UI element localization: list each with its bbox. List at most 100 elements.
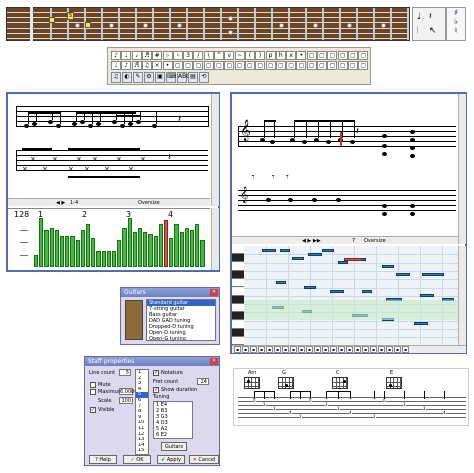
toolbar-button[interactable]: • xyxy=(296,51,307,60)
visible-checkbox[interactable]: ✓ xyxy=(90,407,96,413)
toolbar-button[interactable]: 𝅗𝅥 xyxy=(131,51,142,60)
toolbar-button[interactable]: ♪ xyxy=(121,61,132,70)
natural-icon[interactable]: ♮ xyxy=(447,26,465,35)
velocity-bar[interactable] xyxy=(138,228,143,267)
scale-field[interactable]: 100 xyxy=(119,397,133,404)
toolbar-button[interactable]: × xyxy=(152,61,163,70)
velocity-bar[interactable] xyxy=(65,236,70,267)
piano-roll-tool-button[interactable]: ▪ xyxy=(322,346,329,353)
staff-area[interactable]: 𝄽 × × × × × × × × × × × × 𝄽 xyxy=(8,94,210,206)
rest-icon[interactable]: 𝄽 xyxy=(429,12,432,22)
velocity-bar[interactable] xyxy=(70,236,75,267)
vertical-scrollbar-2[interactable] xyxy=(458,94,466,244)
tuning-item[interactable]: 6 E2 xyxy=(154,432,192,438)
velocity-bar[interactable] xyxy=(200,240,205,267)
velocity-bar[interactable] xyxy=(44,230,49,267)
ok-button[interactable]: ✓ OK xyxy=(123,455,151,464)
toolbar-tool-icon[interactable]: ✎ xyxy=(133,72,143,83)
midi-note[interactable] xyxy=(420,294,434,297)
velocity-bar[interactable] xyxy=(122,228,127,267)
toolbar-tool-icon[interactable]: ⌨ xyxy=(166,72,176,83)
guitars-button[interactable]: Guitars xyxy=(161,442,187,451)
velocity-editor[interactable]: 128 1234 xyxy=(8,208,210,270)
piano-key[interactable] xyxy=(232,246,244,254)
piano-key[interactable] xyxy=(232,312,244,321)
piano-key[interactable] xyxy=(232,279,244,288)
maximum-field[interactable]: 6.0000 xyxy=(119,388,138,395)
chord-tab-view[interactable]: Am G C E 0 3 1 4 2 0 3 1 4 2 0 3 1 4 xyxy=(233,368,469,426)
line-number-item[interactable]: 15 xyxy=(136,448,148,454)
midi-note-selected[interactable] xyxy=(344,258,362,261)
toolbar-button[interactable]: ▢ xyxy=(347,51,358,60)
close-icon[interactable]: ✕ xyxy=(210,358,218,365)
toolbar-button[interactable]: ▢ xyxy=(337,51,348,60)
velocity-scrollbar[interactable] xyxy=(211,208,219,270)
toolbar-button[interactable]: 3 xyxy=(183,51,194,60)
toolbar-button[interactable]: # xyxy=(152,51,163,60)
selected-fret-marker[interactable] xyxy=(85,22,91,28)
toolbar-button[interactable]: • xyxy=(162,61,173,70)
toolbar-tool-icon[interactable]: ♫ xyxy=(111,72,121,83)
toolbar-button[interactable]: ♫ xyxy=(141,61,152,70)
toolbar-tool-icon[interactable]: ▣ xyxy=(155,72,165,83)
toolbar-button[interactable]: ♮ xyxy=(172,51,183,60)
selected-fret-marker[interactable] xyxy=(49,17,55,23)
toolbar-button[interactable]: ~ xyxy=(234,51,245,60)
piano-roll-tool-button[interactable]: ▪ xyxy=(394,346,401,353)
line-number-list[interactable]: 1 2 3 4 5 6 7 8 9 10 11 12 13 14 15 xyxy=(135,369,149,455)
midi-note[interactable] xyxy=(396,273,410,276)
toolbar-button[interactable]: ▢ xyxy=(244,61,255,70)
help-button[interactable]: ? Help xyxy=(89,455,117,464)
piano-key[interactable] xyxy=(232,270,244,279)
velocity-bar[interactable] xyxy=(34,255,39,267)
guitar-fretboard[interactable]: 5 xyxy=(6,7,410,41)
piano-roll-tool-button[interactable]: ▪ xyxy=(330,346,337,353)
toolbar-button[interactable]: p xyxy=(265,51,276,60)
nav-arrows-icon[interactable]: ◀ ▶ xyxy=(56,200,65,206)
toolbar-button[interactable]: ▢ xyxy=(214,61,224,70)
velocity-bar[interactable] xyxy=(184,228,189,267)
toolbar-button[interactable]: ▢ xyxy=(358,51,369,60)
toolbar-button[interactable]: ▢ xyxy=(306,61,317,70)
toolbar-button[interactable]: ▢ xyxy=(286,61,297,70)
mini-palette[interactable]: ♯ ♭ ♮ xyxy=(446,7,466,41)
velocity-bar[interactable] xyxy=(164,220,169,267)
toolbar-button[interactable]: ♬ xyxy=(141,51,152,60)
piano-key[interactable] xyxy=(232,287,244,296)
midi-note[interactable] xyxy=(338,261,348,264)
toolbar-button[interactable]: ( xyxy=(244,51,255,60)
toolbar-tool-icon[interactable]: ⟲ xyxy=(199,72,209,83)
flat-icon[interactable]: ♭ xyxy=(447,17,465,26)
cursor-icon[interactable]: ↖ xyxy=(429,26,437,36)
piano-key[interactable] xyxy=(232,329,244,337)
piano-roll-tool-button[interactable]: ▪ xyxy=(290,346,297,353)
velocity-bar[interactable] xyxy=(86,224,91,267)
velocity-bar[interactable] xyxy=(75,240,80,267)
zoom-select-2[interactable]: Oversize xyxy=(364,238,386,244)
toolbar-button[interactable]: x xyxy=(286,51,297,60)
toolbar-button[interactable]: ▢ xyxy=(317,61,327,70)
piano-roll-tool-button[interactable]: ▪ xyxy=(306,346,313,353)
velocity-bar[interactable] xyxy=(127,218,132,267)
piano-roll-tool-button[interactable]: ▪ xyxy=(354,346,361,353)
toolbar-button[interactable]: ▢ xyxy=(234,61,245,70)
piano-roll-tool-button[interactable]: ▪ xyxy=(274,346,281,353)
toolbar-button[interactable]: ♬ xyxy=(131,61,142,70)
midi-note[interactable] xyxy=(280,249,290,252)
toolbar-button[interactable]: ▢ xyxy=(317,51,327,60)
toolbar-button[interactable]: ▢ xyxy=(306,51,317,60)
piano-roll-tool-button[interactable]: ▪ xyxy=(338,346,345,353)
toolbar-tool-icon[interactable]: ABC xyxy=(177,72,190,83)
toolbar-button[interactable]: ) xyxy=(255,51,266,60)
velocity-bar[interactable] xyxy=(49,228,54,267)
piano-key[interactable] xyxy=(232,320,244,329)
piano-key[interactable] xyxy=(232,262,244,271)
velocity-bar[interactable] xyxy=(132,232,137,267)
midi-note[interactable] xyxy=(304,286,316,289)
piano-roll-tool-button[interactable]: ▪ xyxy=(242,346,249,353)
piano-roll-tool-button[interactable]: ▪ xyxy=(362,346,369,353)
piano-key[interactable] xyxy=(232,295,244,304)
nav-arrows-icon-2[interactable]: ◀ ▶ ▶▶ xyxy=(302,238,321,244)
toolbar-button[interactable]: ▢ xyxy=(224,61,235,70)
piano-roll-tool-button[interactable]: ▪ xyxy=(282,346,289,353)
